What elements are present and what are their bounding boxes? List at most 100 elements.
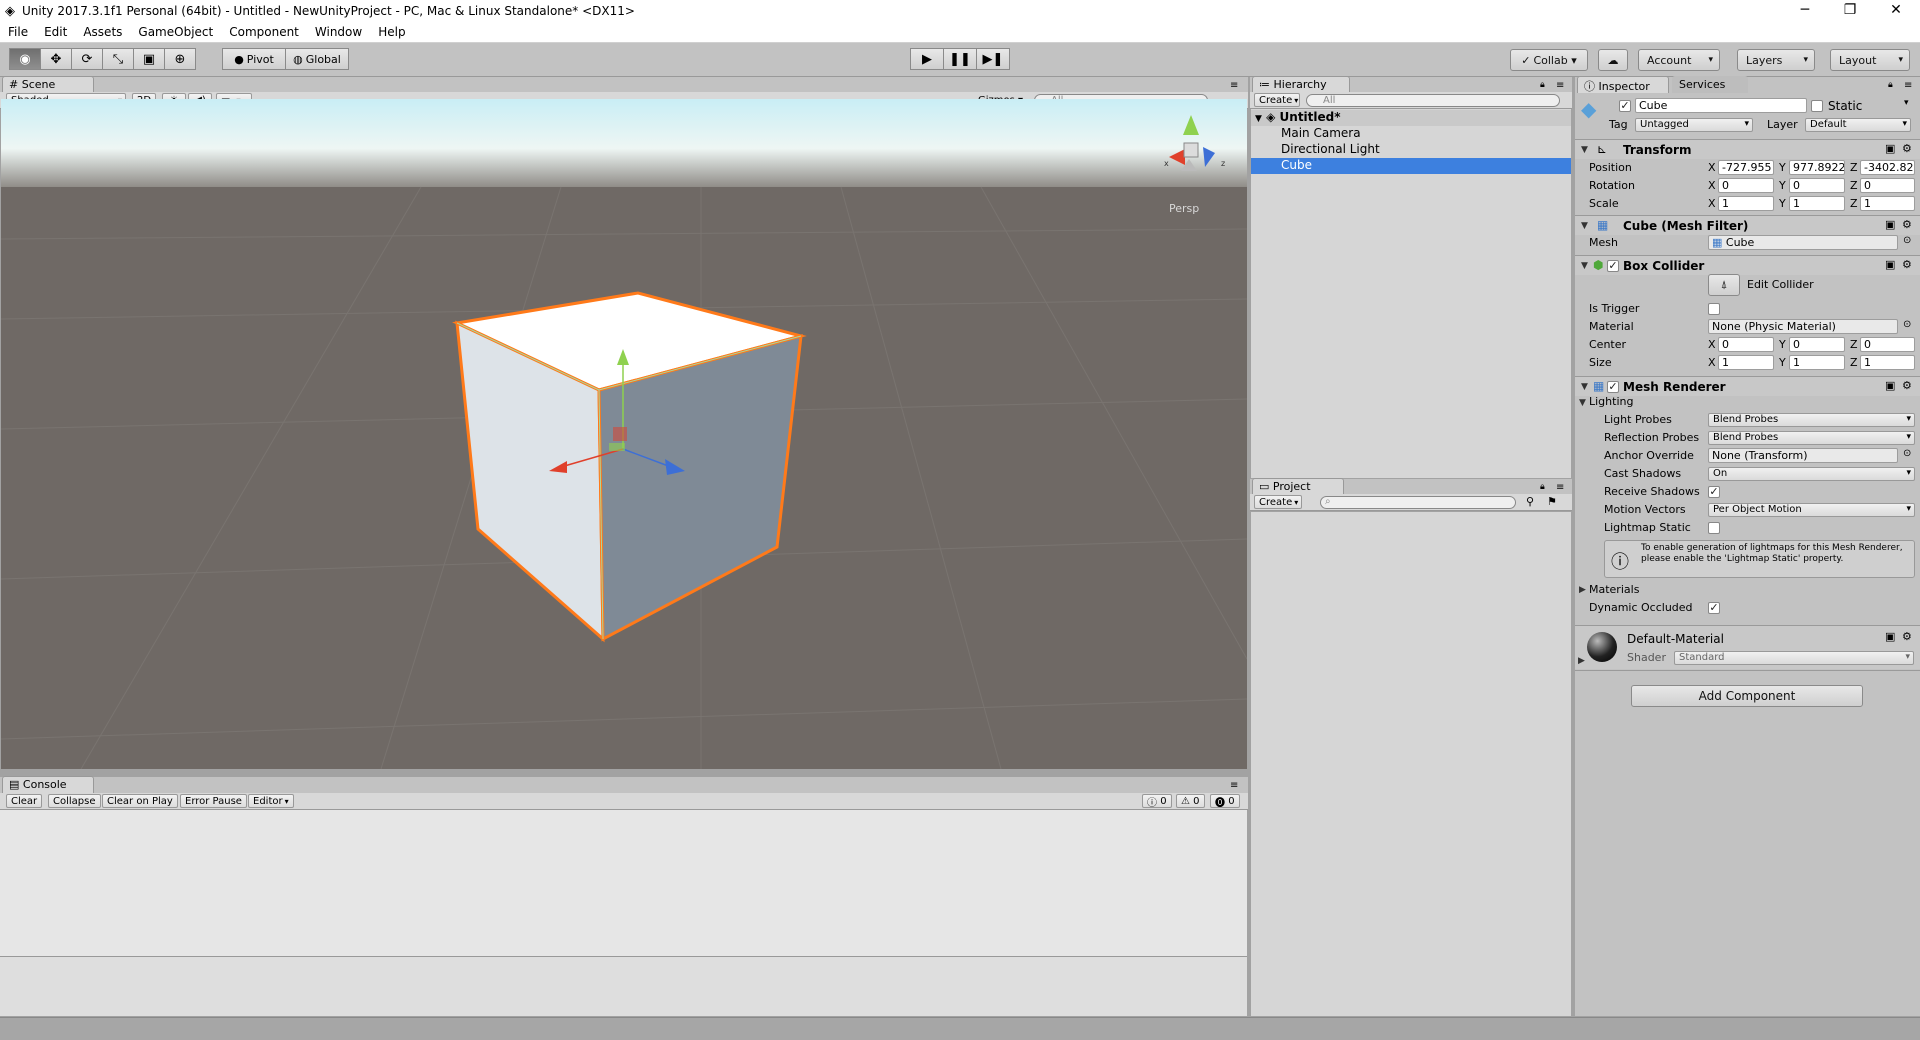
- tab-inspector[interactable]: ⓘ Inspector: [1577, 76, 1669, 93]
- console-clear-on-play-button[interactable]: Clear on Play: [102, 794, 178, 808]
- menu-help[interactable]: Help: [370, 22, 413, 39]
- tab-project[interactable]: ▭ Project: [1252, 478, 1344, 495]
- motion-vectors-dropdown[interactable]: Per Object Motion: [1708, 503, 1915, 517]
- shader-dropdown[interactable]: Standard: [1674, 651, 1914, 665]
- help-book-icon[interactable]: ▣: [1885, 630, 1895, 643]
- edit-collider-button[interactable]: ⍋: [1708, 274, 1740, 296]
- position-x-field[interactable]: -727.955: [1718, 160, 1774, 175]
- hierarchy-item-cube[interactable]: Cube: [1251, 158, 1571, 174]
- center-x-field[interactable]: 0: [1718, 337, 1774, 352]
- project-create-dropdown[interactable]: Create ▾: [1254, 495, 1302, 509]
- dynamic-occluded-checkbox[interactable]: ✓: [1708, 602, 1720, 614]
- object-picker-icon[interactable]: ⊙: [1903, 319, 1911, 330]
- console-info-toggle[interactable]: ⓘ 0: [1142, 794, 1172, 809]
- gear-icon[interactable]: ⚙: [1902, 630, 1912, 643]
- size-z-field[interactable]: 1: [1860, 355, 1915, 370]
- tab-services[interactable]: Services: [1672, 76, 1748, 93]
- mesh-renderer-header[interactable]: ▼ ▦ ✓ Mesh Renderer ▣ ⚙: [1575, 376, 1920, 396]
- material-section[interactable]: ▶ Default-Material Shader Standard ▣ ⚙: [1575, 625, 1920, 669]
- materials-foldout-icon[interactable]: ▶: [1579, 585, 1586, 595]
- active-checkbox[interactable]: ✓: [1619, 100, 1631, 112]
- scene-viewport[interactable]: x z Persp: [1, 99, 1247, 769]
- persp-label[interactable]: Persp: [1169, 202, 1199, 215]
- transform-tool-button[interactable]: ⊕: [164, 48, 196, 70]
- menu-component[interactable]: Component: [221, 22, 307, 39]
- panel-menu-icon[interactable]: ≡: [1230, 80, 1238, 91]
- console-error-pause-button[interactable]: Error Pause: [180, 794, 247, 808]
- scale-tool-button[interactable]: ⤡: [102, 48, 134, 70]
- layout-dropdown[interactable]: Layout ▾: [1830, 49, 1910, 71]
- panel-menu-icon[interactable]: ≡: [1556, 482, 1564, 493]
- object-picker-icon[interactable]: ⊙: [1903, 448, 1911, 459]
- position-z-field[interactable]: -3402.82: [1860, 160, 1915, 175]
- hierarchy-create-dropdown[interactable]: Create ▾: [1254, 93, 1300, 107]
- mesh-renderer-enabled-checkbox[interactable]: ✓: [1607, 381, 1619, 393]
- play-button[interactable]: ▶: [910, 48, 944, 70]
- panel-menu-icon[interactable]: ≡: [1230, 780, 1238, 791]
- help-book-icon[interactable]: ▣: [1885, 258, 1895, 271]
- panel-menu-icon[interactable]: ≡: [1556, 80, 1564, 91]
- box-collider-header[interactable]: ▼ ⬢ ✓ Box Collider ▣ ⚙: [1575, 255, 1920, 275]
- expand-triangle-icon[interactable]: ▶: [1578, 656, 1585, 666]
- menu-assets[interactable]: Assets: [75, 22, 130, 39]
- lock-icon[interactable]: 🔒︎: [1540, 80, 1545, 90]
- maximize-button[interactable]: ❐: [1832, 2, 1868, 18]
- gear-icon[interactable]: ⚙: [1902, 258, 1912, 271]
- light-probes-dropdown[interactable]: Blend Probes: [1708, 413, 1915, 427]
- tag-dropdown[interactable]: Untagged: [1635, 118, 1753, 132]
- hierarchy-search-input[interactable]: All: [1306, 94, 1560, 107]
- scene-canvas[interactable]: x z Persp: [1, 99, 1247, 769]
- object-name-input[interactable]: Cube: [1635, 98, 1807, 113]
- lock-icon[interactable]: 🔒︎: [1540, 482, 1545, 492]
- tab-scene[interactable]: # Scene: [2, 76, 94, 93]
- menu-gameobject[interactable]: GameObject: [130, 22, 221, 39]
- center-y-field[interactable]: 0: [1789, 337, 1845, 352]
- rotation-y-field[interactable]: 0: [1789, 178, 1845, 193]
- layers-dropdown[interactable]: Layers ▾: [1737, 49, 1815, 71]
- filter-type-icon[interactable]: ⚲: [1526, 495, 1534, 508]
- menu-edit[interactable]: Edit: [36, 22, 75, 39]
- step-button[interactable]: ▶❚: [976, 48, 1010, 70]
- scene-row[interactable]: ▼ ◈ Untitled*: [1251, 110, 1571, 126]
- panel-menu-icon[interactable]: ≡: [1904, 80, 1912, 91]
- menu-window[interactable]: Window: [307, 22, 370, 39]
- move-tool-button[interactable]: ✥: [40, 48, 72, 70]
- help-book-icon[interactable]: ▣: [1885, 218, 1895, 231]
- cloud-button[interactable]: ☁: [1598, 49, 1628, 71]
- size-y-field[interactable]: 1: [1789, 355, 1845, 370]
- static-checkbox[interactable]: [1811, 100, 1823, 112]
- lightmap-static-checkbox[interactable]: [1708, 522, 1720, 534]
- console-warning-toggle[interactable]: ⚠ 0: [1176, 794, 1205, 808]
- add-component-button[interactable]: Add Component: [1631, 685, 1863, 707]
- close-button[interactable]: ✕: [1878, 2, 1914, 18]
- mesh-filter-header[interactable]: ▼ ▦ Cube (Mesh Filter) ▣ ⚙: [1575, 215, 1920, 235]
- transform-header[interactable]: ▼ ⊾ Transform ▣ ⚙: [1575, 139, 1920, 159]
- project-search-input[interactable]: ⌕: [1320, 496, 1516, 509]
- minimize-button[interactable]: ─: [1787, 2, 1823, 18]
- object-picker-icon[interactable]: ⊙: [1903, 235, 1911, 246]
- help-book-icon[interactable]: ▣: [1885, 379, 1895, 392]
- hierarchy-item-directional-light[interactable]: Directional Light: [1251, 142, 1571, 158]
- receive-shadows-checkbox[interactable]: ✓: [1708, 486, 1720, 498]
- gear-icon[interactable]: ⚙: [1902, 379, 1912, 392]
- scale-y-field[interactable]: 1: [1789, 196, 1845, 211]
- lock-icon[interactable]: 🔒︎: [1888, 80, 1893, 90]
- collab-dropdown[interactable]: ✓ Collab ▾: [1510, 49, 1588, 71]
- console-editor-dropdown[interactable]: Editor ▾: [248, 794, 294, 808]
- global-toggle[interactable]: ◍ Global: [285, 48, 349, 70]
- center-z-field[interactable]: 0: [1860, 337, 1915, 352]
- pivot-toggle[interactable]: ● Pivot: [222, 48, 286, 70]
- scale-x-field[interactable]: 1: [1718, 196, 1774, 211]
- anchor-override-field[interactable]: None (Transform): [1708, 448, 1898, 463]
- cast-shadows-dropdown[interactable]: On: [1708, 467, 1915, 481]
- tab-console[interactable]: ▤ Console: [2, 776, 94, 793]
- gear-icon[interactable]: ⚙: [1902, 142, 1912, 155]
- physic-material-field[interactable]: None (Physic Material): [1708, 319, 1898, 334]
- rotate-tool-button[interactable]: ⟳: [71, 48, 103, 70]
- scale-z-field[interactable]: 1: [1860, 196, 1915, 211]
- filter-label-icon[interactable]: ⚑: [1547, 495, 1557, 508]
- lighting-foldout-icon[interactable]: ▼: [1579, 398, 1586, 408]
- console-clear-button[interactable]: Clear: [6, 794, 43, 808]
- tab-hierarchy[interactable]: ≔ Hierarchy: [1252, 76, 1350, 93]
- menu-file[interactable]: File: [0, 22, 36, 39]
